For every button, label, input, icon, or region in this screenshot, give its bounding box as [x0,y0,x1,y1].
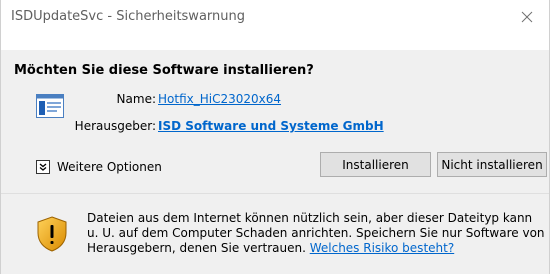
warning-message: Dateien aus dem Internet können nützlich… [87,211,547,256]
software-name-link[interactable]: Hotfix_HiC23020x64 [158,92,281,106]
risk-link[interactable]: Welches Risiko besteht? [310,241,455,255]
chevron-double-down-icon [39,163,47,171]
security-shield-icon [37,216,67,252]
more-options-label[interactable]: Weitere Optionen [57,160,162,174]
name-label: Name: [116,92,156,106]
install-button[interactable]: Installieren [320,152,431,177]
security-warning-dialog: ISDUpdateSvc - Sicherheitswarnung Möchte… [0,0,550,274]
close-button[interactable] [505,0,549,34]
install-question: Möchten Sie diese Software installieren? [14,63,314,78]
more-options-toggle[interactable] [36,160,50,174]
installer-window-icon [36,94,64,118]
publisher-link[interactable]: ISD Software und Systeme GmbH [158,119,384,133]
title-bar: ISDUpdateSvc - Sicherheitswarnung [1,0,549,34]
dont-install-button[interactable]: Nicht installieren [437,152,547,177]
window-title: ISDUpdateSvc - Sicherheitswarnung [11,9,245,24]
warning-footer: Dateien aus dem Internet können nützlich… [1,194,549,274]
publisher-label: Herausgeber: [74,119,156,133]
close-icon [521,11,533,23]
